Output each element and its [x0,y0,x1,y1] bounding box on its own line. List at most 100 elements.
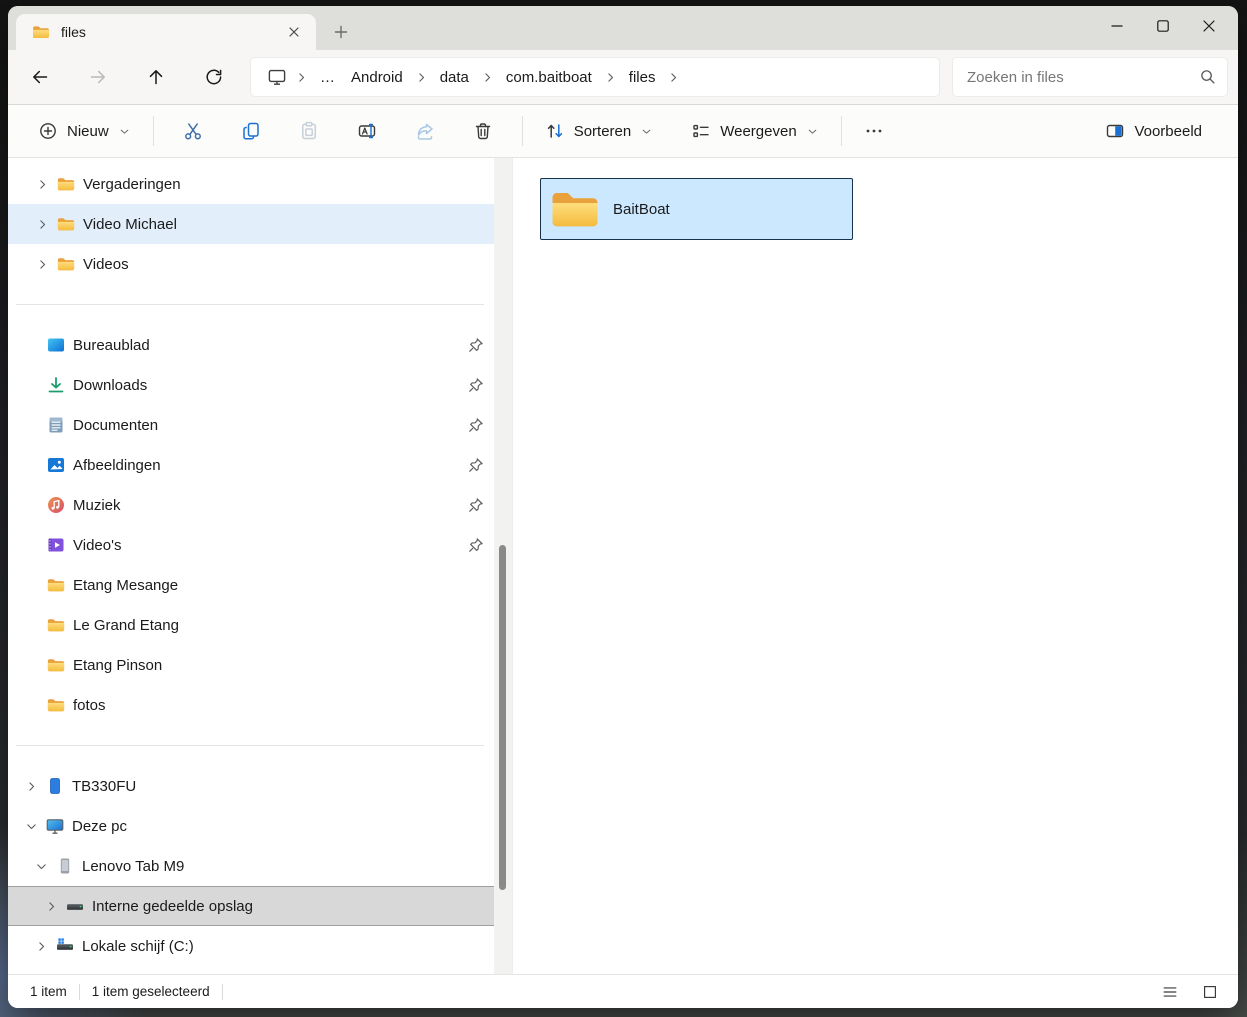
close-button[interactable] [1186,6,1232,46]
search-input[interactable] [967,69,1199,86]
details-view-button[interactable] [1158,980,1182,1004]
video-icon [47,536,65,554]
sidebar-item-bureaublad[interactable]: Bureaublad [8,325,494,365]
new-button[interactable]: Nieuw [26,112,143,150]
share-button[interactable] [396,112,454,150]
breadcrumb-chevron-icon [600,71,621,84]
sidebar-divider [16,304,484,305]
sidebar-item-tb330fu[interactable]: TB330FU [8,766,494,806]
sidebar-item-video-michael[interactable]: Video Michael [8,204,494,244]
sidebar-item-lokale-schijf-c[interactable]: Lokale schijf (C:) [8,926,494,966]
folder-icon [57,255,75,273]
rename-button[interactable] [338,112,396,150]
explorer-body: Vergaderingen Video Michael Videos Burea… [8,158,1238,974]
sidebar-item-afbeeldingen[interactable]: Afbeeldingen [8,445,494,485]
item-count: 1 item [30,984,67,999]
rename-icon [357,121,377,141]
sidebar-item-videos-library[interactable]: Video's [8,525,494,565]
back-button[interactable] [18,58,62,96]
plus-circle-icon [38,121,58,141]
sidebar-item-label: Bureaublad [73,337,150,354]
pin-icon [468,497,484,513]
breadcrumb-segment-combaitboat[interactable]: com.baitboat [498,65,600,90]
sidebar-item-label: Interne gedeelde opslag [92,898,253,915]
explorer-tab[interactable]: files [16,14,316,50]
copy-button[interactable] [222,112,280,150]
scissors-icon [183,121,203,141]
pin-icon [468,537,484,553]
chevron-down-icon[interactable] [22,817,40,835]
view-button[interactable]: Weergeven [679,112,830,150]
folder-icon [57,175,75,193]
sidebar-item-label: TB330FU [72,778,136,795]
large-icons-view-button[interactable] [1198,980,1222,1004]
breadcrumb-segment-android[interactable]: Android [343,65,411,90]
sidebar-item-label: Video Michael [83,216,177,233]
breadcrumb-chevron-icon [477,71,498,84]
sort-button[interactable]: Sorteren [533,112,666,150]
folder-icon [47,696,65,714]
breadcrumb-segment-data[interactable]: data [432,65,477,90]
chevron-right-icon[interactable] [42,897,60,915]
chevron-right-icon[interactable] [33,175,51,193]
pin-icon [468,337,484,353]
breadcrumb-chevron-icon [291,71,312,84]
local-disk-icon [56,937,74,955]
preview-button[interactable]: Voorbeeld [1093,112,1214,150]
sort-icon [545,121,565,141]
cut-button[interactable] [164,112,222,150]
breadcrumb-collapsed[interactable]: … [312,65,343,90]
paste-button[interactable] [280,112,338,150]
chevron-down-icon[interactable] [32,857,50,875]
clipboard-icon [299,121,319,141]
copy-icon [241,121,261,141]
chevron-right-icon[interactable] [22,777,40,795]
more-options-button[interactable] [852,112,896,150]
status-bar: 1 item 1 item geselecteerd [8,974,1238,1008]
sidebar-item-muziek[interactable]: Muziek [8,485,494,525]
sidebar-item-lenovo-tab-m9[interactable]: Lenovo Tab M9 [8,846,494,886]
search-box [952,57,1228,97]
toolbar-divider [522,116,523,146]
sidebar-scrollbar[interactable] [494,158,512,974]
sidebar-item-label: Etang Pinson [73,657,162,674]
sidebar-item-vergaderingen[interactable]: Vergaderingen [8,164,494,204]
scrollbar-thumb[interactable] [499,545,506,890]
up-button[interactable] [134,58,178,96]
chevron-down-icon [640,125,653,138]
tab-close-icon[interactable] [280,19,308,45]
sidebar-item-etang-mesange[interactable]: Etang Mesange [8,565,494,605]
delete-button[interactable] [454,112,512,150]
refresh-button[interactable] [192,58,236,96]
sidebar-item-etang-pinson[interactable]: Etang Pinson [8,645,494,685]
chevron-right-icon[interactable] [33,215,51,233]
sidebar-item-deze-pc[interactable]: Deze pc [8,806,494,846]
tablet-icon [56,857,74,875]
pin-icon [468,377,484,393]
breadcrumb: … Android data com.baitboat files [250,57,940,97]
folder-icon [57,215,75,233]
breadcrumb-this-pc-icon[interactable] [263,63,291,91]
download-icon [47,376,65,394]
new-tab-button[interactable] [324,17,358,47]
folder-icon [32,25,50,39]
sidebar-item-le-grand-etang[interactable]: Le Grand Etang [8,605,494,645]
breadcrumb-chevron-icon [411,71,432,84]
file-item-baitboat[interactable]: BaitBoat [540,178,853,240]
breadcrumb-segment-files[interactable]: files [621,65,664,90]
maximize-button[interactable] [1140,6,1186,46]
minimize-button[interactable] [1094,6,1140,46]
sidebar-divider [16,745,484,746]
chevron-right-icon[interactable] [32,937,50,955]
sidebar-item-label: Downloads [73,377,147,394]
search-icon[interactable] [1199,68,1217,86]
chevron-right-icon[interactable] [33,255,51,273]
sidebar-item-label: Muziek [73,497,121,514]
forward-button[interactable] [76,58,120,96]
sidebar-item-documenten[interactable]: Documenten [8,405,494,445]
sidebar-item-fotos[interactable]: fotos [8,685,494,725]
sidebar-item-label: Deze pc [72,818,127,835]
sidebar-item-downloads[interactable]: Downloads [8,365,494,405]
sidebar-item-videos[interactable]: Videos [8,244,494,284]
sidebar-item-interne-gedeelde-opslag[interactable]: Interne gedeelde opslag [8,886,494,926]
